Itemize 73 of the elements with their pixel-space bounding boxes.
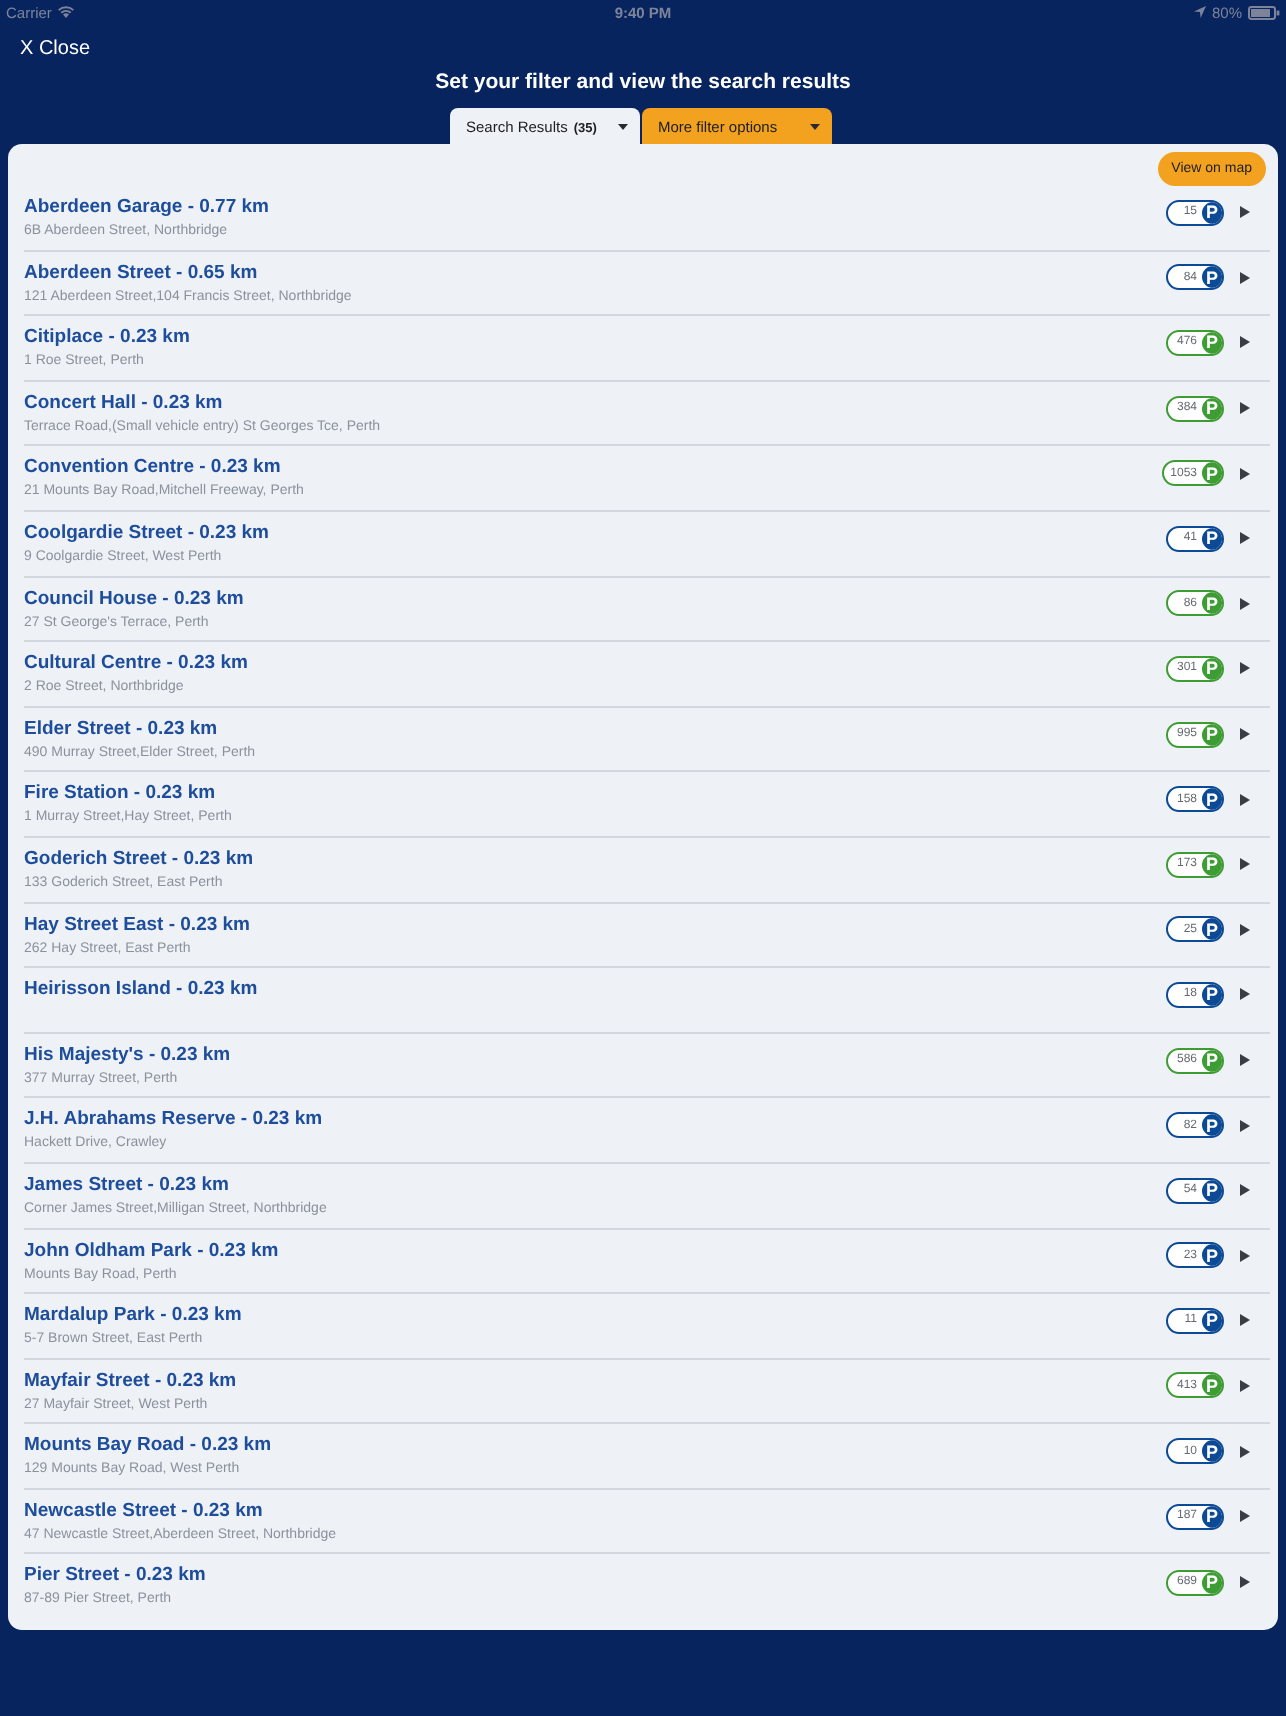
parking-symbol: P [1201, 918, 1223, 941]
page-title: Set your filter and view the search results [433, 70, 853, 94]
parking-symbol: P [1201, 853, 1223, 876]
location-title[interactable]: Aberdeen Garage - 0.77 km [24, 196, 269, 218]
right-triangle-icon[interactable] [1240, 597, 1250, 610]
location-title[interactable]: Aberdeen Street - 0.65 km [24, 261, 258, 284]
right-triangle-icon[interactable] [1240, 858, 1250, 871]
parking-symbol: P [1201, 723, 1223, 746]
parking-symbol: P [1201, 1049, 1223, 1072]
parking-symbol: P [1201, 788, 1223, 811]
right-triangle-icon[interactable] [1240, 1510, 1250, 1523]
location-title[interactable]: Convention Centre - 0.23 km [24, 456, 281, 479]
location-title[interactable]: Coolgardie Street - 0.23 km [24, 521, 269, 544]
parking-symbol: P [1201, 592, 1223, 615]
right-triangle-icon[interactable] [1240, 728, 1250, 741]
right-triangle-icon[interactable] [1240, 1249, 1250, 1262]
location-title[interactable]: Concert Hall - 0.23 km [24, 391, 223, 414]
parking-symbol: P [1201, 1505, 1223, 1528]
close-button[interactable]: X Close [20, 38, 91, 60]
right-triangle-icon[interactable] [1240, 793, 1250, 806]
right-triangle-icon[interactable] [1240, 1576, 1250, 1589]
location-title[interactable]: John Oldham Park - 0.23 km [24, 1239, 279, 1261]
right-triangle-icon[interactable] [1240, 988, 1250, 1001]
parking-symbol: P [1201, 1179, 1223, 1202]
location-title[interactable]: Citiplace - 0.23 km [24, 326, 190, 349]
right-triangle-icon[interactable] [1240, 467, 1250, 480]
right-triangle-icon[interactable] [1240, 271, 1250, 284]
location-title[interactable]: Newcastle Street - 0.23 km [24, 1499, 263, 1522]
right-triangle-icon[interactable] [1240, 1054, 1250, 1067]
location-title[interactable]: Mayfair Street - 0.23 km [24, 1369, 237, 1392]
wifi-icon [57, 6, 74, 18]
right-triangle-icon[interactable] [1240, 1119, 1250, 1132]
parking-symbol: P [1201, 266, 1223, 289]
caret-down-icon [810, 123, 820, 129]
parking-symbol: P [1201, 1244, 1223, 1267]
location-title[interactable]: Elder Street - 0.23 km [24, 717, 218, 740]
right-triangle-icon[interactable] [1240, 402, 1250, 415]
battery-icon [1248, 5, 1280, 19]
right-triangle-icon[interactable] [1240, 1184, 1250, 1197]
parking-symbol: P [1201, 462, 1222, 485]
parking-symbol: P [1201, 983, 1223, 1006]
parking-symbol: P [1201, 1114, 1223, 1137]
right-triangle-icon[interactable] [1240, 206, 1250, 219]
location-title[interactable]: Goderich Street - 0.23 km [24, 847, 254, 870]
right-triangle-icon[interactable] [1240, 1314, 1250, 1327]
location-title[interactable]: J.H. Abrahams Reserve - 0.23 km [24, 1108, 323, 1131]
location-title[interactable]: Hay Street East - 0.23 km [24, 913, 251, 936]
right-triangle-icon[interactable] [1240, 662, 1250, 675]
location-title[interactable]: Fire Station - 0.23 km [24, 782, 216, 805]
location-title[interactable]: James Street - 0.23 km [24, 1173, 229, 1196]
location-title[interactable]: Mardalup Park - 0.23 km [24, 1304, 242, 1327]
parking-symbol: P [1201, 527, 1223, 550]
location-arrow-icon [1193, 6, 1206, 18]
location-title[interactable]: Heirisson Island - 0.23 km [24, 978, 258, 1001]
right-triangle-icon[interactable] [1240, 1445, 1250, 1458]
location-title[interactable]: Mounts Bay Road - 0.23 km [24, 1434, 272, 1457]
caret-down-icon [618, 123, 628, 129]
parking-symbol: P [1201, 331, 1223, 354]
right-triangle-icon[interactable] [1240, 532, 1250, 545]
right-triangle-icon[interactable] [1240, 336, 1250, 349]
parking-symbol: P [1201, 1309, 1223, 1332]
parking-symbol: P [1201, 201, 1223, 224]
location-title[interactable]: His Majesty's - 0.23 km [24, 1043, 231, 1066]
right-triangle-icon[interactable] [1240, 923, 1250, 936]
parking-symbol: P [1201, 657, 1223, 680]
location-title[interactable]: Pier Street - 0.23 km [24, 1564, 206, 1587]
parking-symbol: P [1201, 1374, 1223, 1397]
parking-symbol: P [1201, 1571, 1223, 1594]
parking-symbol: P [1201, 397, 1223, 420]
right-triangle-icon[interactable] [1240, 1379, 1250, 1392]
location-title[interactable]: Council House - 0.23 km [24, 587, 244, 610]
parking-symbol: P [1201, 1440, 1223, 1463]
location-title[interactable]: Cultural Centre - 0.23 km [24, 652, 248, 675]
